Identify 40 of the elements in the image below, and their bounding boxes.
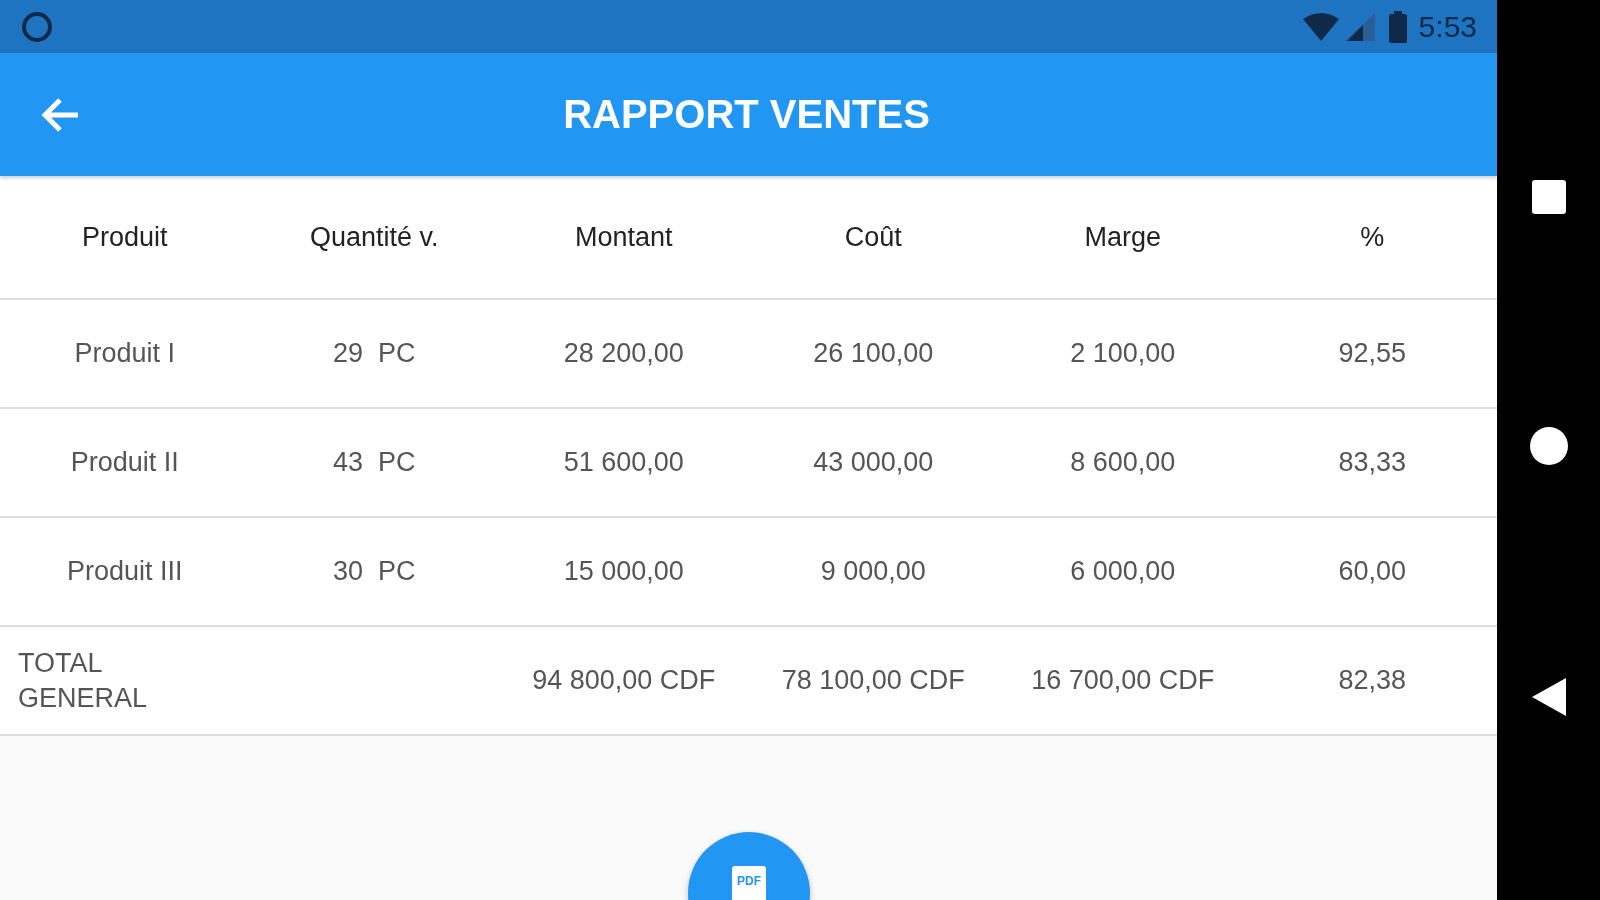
table-cell: 43 PC [332,447,416,477]
table-cell: 9 000,00 [820,556,926,586]
table-cell: 51 600,00 [563,447,684,477]
total-value: 78 100,00 CDF [781,665,965,695]
table-cell: 60,00 [1338,556,1407,586]
pdf-button[interactable]: PDF [688,832,810,900]
table-cell: 2 100,00 [1070,338,1176,368]
wifi-icon [1302,12,1339,41]
table-cell: 83,33 [1338,447,1407,477]
total-label: TOTAL GENERAL [18,646,149,715]
column-header: Montant [499,176,749,299]
total-value: 82,38 [1338,665,1407,695]
circle-icon [1529,427,1568,465]
notification-icon [22,11,52,42]
table-cell: 15 000,00 [563,556,684,586]
total-value: 94 800,00 CDF [532,665,716,695]
table-cell: 8 600,00 [1070,447,1176,477]
table-cell: 43 000,00 [813,447,934,477]
battery-icon [1388,10,1407,43]
total-value: 16 700,00 CDF [1031,665,1215,695]
table-cell: 6 000,00 [1070,556,1176,586]
triangle-icon [1531,678,1566,716]
signal-icon [1344,12,1375,41]
table-cell: 26 100,00 [813,338,934,368]
table-cell: 28 200,00 [563,338,684,368]
table-cell: Produit II [70,447,179,477]
table-cell: 92,55 [1338,338,1407,368]
table-cell: 30 PC [332,556,416,586]
table-cell: Produit III [66,556,183,586]
pdf-document-icon: PDF [732,866,766,900]
column-header: Coût [748,176,998,299]
table-cell: 29 PC [332,338,416,368]
screen-title: RAPPORT VENTES [563,92,930,137]
square-icon [1531,180,1566,214]
column-header: Produit [0,176,250,299]
column-header: Quantité v. [249,176,499,299]
home-button[interactable] [1528,427,1569,465]
clock-time: 5:53 [1418,9,1477,44]
table-cell: Produit I [74,338,176,368]
column-header: Marge [998,176,1248,299]
